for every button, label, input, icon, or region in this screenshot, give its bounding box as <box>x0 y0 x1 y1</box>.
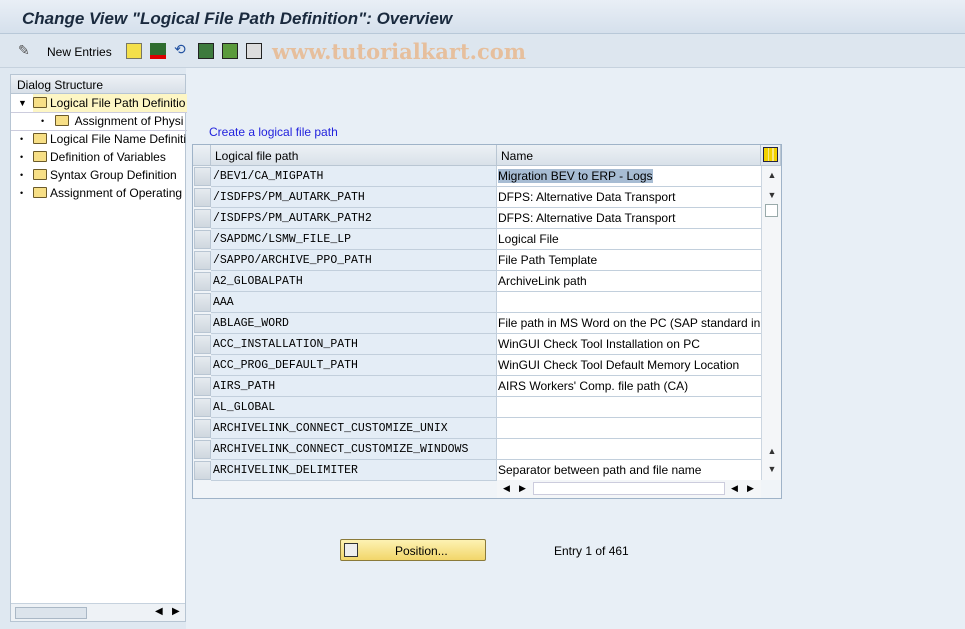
select-all-icon[interactable] <box>198 43 214 59</box>
table-cell-name[interactable] <box>497 397 761 418</box>
scroll-thumb[interactable] <box>765 204 778 217</box>
table-cell-name[interactable]: Separator between path and file name <box>497 460 761 481</box>
row-selector[interactable] <box>194 272 211 291</box>
row-selector[interactable] <box>194 398 211 417</box>
table-settings-icon[interactable] <box>761 145 781 166</box>
row-selector[interactable] <box>194 188 211 207</box>
table-cell-path[interactable]: ACC_INSTALLATION_PATH <box>211 334 497 355</box>
table-cell-path[interactable]: /SAPPO/ARCHIVE_PPO_PATH <box>211 250 497 271</box>
select-all-rows-button[interactable] <box>193 145 211 166</box>
deselect-all-icon[interactable] <box>246 43 262 59</box>
table-cell-name[interactable]: DFPS: Alternative Data Transport <box>497 208 761 229</box>
dialog-structure-header: Dialog Structure <box>11 75 185 94</box>
select-block-icon[interactable] <box>222 43 238 59</box>
table-cell-name[interactable]: AIRS Workers' Comp. file path (CA) <box>497 376 761 397</box>
scroll-up-icon[interactable]: ▲ <box>762 170 782 180</box>
table-cell-name[interactable]: Migration BEV to ERP - Logs <box>497 166 761 187</box>
folder-open-icon <box>33 97 47 108</box>
dialog-structure-panel: Dialog Structure Logical File Path Defin… <box>10 74 187 622</box>
table-vertical-scrollbar[interactable]: ▲ ▼ ▲ ▼ <box>761 166 781 480</box>
folder-icon <box>55 115 69 126</box>
row-selector[interactable] <box>194 293 211 312</box>
scroll-right-icon[interactable]: ▶ <box>519 483 526 494</box>
row-selector[interactable] <box>194 230 211 249</box>
new-entries-button[interactable]: New Entries <box>47 45 112 59</box>
table-cell-name[interactable]: File Path Template <box>497 250 761 271</box>
table-cell-path[interactable]: ARCHIVELINK_CONNECT_CUSTOMIZE_WINDOWS <box>211 439 497 460</box>
scroll-right-icon[interactable]: ▶ <box>172 606 180 617</box>
entry-counter: Entry 1 of 461 <box>554 544 629 558</box>
table-cell-name[interactable]: Logical File <box>497 229 761 250</box>
position-icon <box>344 543 358 557</box>
row-selector[interactable] <box>194 377 211 396</box>
row-selector[interactable] <box>194 461 211 480</box>
logical-file-path-table: Logical file path Name /BEV1/CA_MIGPATH … <box>192 144 782 499</box>
tree-item-operating-system[interactable]: Assignment of Operating <box>33 184 187 202</box>
table-cell-path[interactable]: AAA <box>211 292 497 313</box>
table-cell-name[interactable]: DFPS: Alternative Data Transport <box>497 187 761 208</box>
row-selector[interactable] <box>194 440 211 459</box>
table-cell-path[interactable]: ARCHIVELINK_CONNECT_CUSTOMIZE_UNIX <box>211 418 497 439</box>
table-cell-name[interactable]: WinGUI Check Tool Default Memory Locatio… <box>497 355 761 376</box>
scroll-page-up-icon[interactable]: ▲ <box>762 446 782 456</box>
table-cell-path[interactable]: /SAPDMC/LSMW_FILE_LP <box>211 229 497 250</box>
row-selector[interactable] <box>194 209 211 228</box>
table-cell-path[interactable]: ARCHIVELINK_DELIMITER <box>211 460 497 481</box>
row-selector[interactable] <box>194 167 211 186</box>
tree-item-variables[interactable]: Definition of Variables <box>33 148 187 166</box>
folder-icon <box>33 133 47 144</box>
folder-icon <box>33 151 47 162</box>
scroll-left-icon[interactable]: ◀ <box>731 483 738 494</box>
table-cell-path[interactable]: /ISDFPS/PM_AUTARK_PATH2 <box>211 208 497 229</box>
table-horizontal-scrollbar[interactable]: ◀ ▶ ◀ ▶ <box>497 480 761 498</box>
table-cell-name[interactable] <box>497 292 761 313</box>
edit-glasses-icon[interactable]: ✎ <box>18 42 34 58</box>
table-cell-path[interactable]: /ISDFPS/PM_AUTARK_PATH <box>211 187 497 208</box>
row-selector[interactable] <box>194 251 211 270</box>
tree-item-assignment-physical[interactable]: Assignment of Physi <box>55 112 187 130</box>
column-header-logical-file-path[interactable]: Logical file path <box>211 145 497 166</box>
column-header-name[interactable]: Name <box>497 145 761 166</box>
row-selector[interactable] <box>194 419 211 438</box>
scroll-down-icon[interactable]: ▼ <box>762 190 782 200</box>
page-title: Change View "Logical File Path Definitio… <box>22 9 453 28</box>
scroll-left-icon[interactable]: ◀ <box>155 606 163 617</box>
position-button[interactable]: Position... <box>340 539 486 561</box>
delete-icon[interactable] <box>150 43 166 59</box>
folder-icon <box>33 169 47 180</box>
row-selector[interactable] <box>194 356 211 375</box>
table-cell-path[interactable]: ABLAGE_WORD <box>211 313 497 334</box>
table-cell-name[interactable]: ArchiveLink path <box>497 271 761 292</box>
tree-item-logical-file-path[interactable]: Logical File Path Definitio <box>33 94 187 112</box>
folder-icon <box>33 187 47 198</box>
tree-item-logical-file-name[interactable]: Logical File Name Definiti <box>33 130 187 148</box>
table-cell-name[interactable] <box>497 418 761 439</box>
create-logical-file-path-link[interactable]: Create a logical file path <box>209 125 338 139</box>
tree-horizontal-scrollbar[interactable]: ◀ ▶ <box>11 603 185 621</box>
expand-triangle-icon[interactable]: ▼ <box>18 98 27 108</box>
table-cell-name[interactable]: File path in MS Word on the PC (SAP stan… <box>497 313 761 334</box>
table-cell-path[interactable]: A2_GLOBALPATH <box>211 271 497 292</box>
watermark: www.tutorialkart.com <box>272 39 526 64</box>
application-toolbar: ✎ New Entries ⟲ www.tutorialkart.com <box>0 34 965 68</box>
tree-item-syntax-group[interactable]: Syntax Group Definition <box>33 166 187 184</box>
table-cell-name[interactable]: WinGUI Check Tool Installation on PC <box>497 334 761 355</box>
table-cell-name[interactable] <box>497 439 761 460</box>
row-selector[interactable] <box>194 335 211 354</box>
scroll-left-icon[interactable]: ◀ <box>503 483 510 494</box>
table-cell-path[interactable]: ACC_PROG_DEFAULT_PATH <box>211 355 497 376</box>
scroll-right-icon[interactable]: ▶ <box>747 483 754 494</box>
undo-icon[interactable]: ⟲ <box>174 41 190 57</box>
table-cell-path[interactable]: AIRS_PATH <box>211 376 497 397</box>
table-cell-path[interactable]: /BEV1/CA_MIGPATH <box>211 166 497 187</box>
scroll-page-down-icon[interactable]: ▼ <box>762 464 782 474</box>
table-cell-path[interactable]: AL_GLOBAL <box>211 397 497 418</box>
row-selector[interactable] <box>194 314 211 333</box>
title-bar: Change View "Logical File Path Definitio… <box>0 0 965 34</box>
